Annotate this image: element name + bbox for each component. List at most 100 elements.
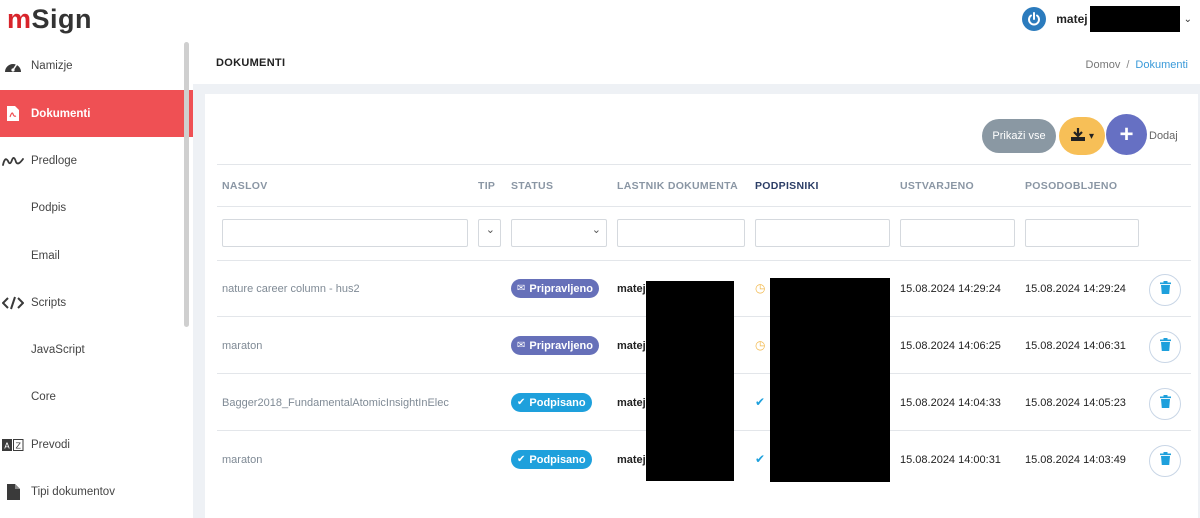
filter-podpisniki-input[interactable] [755,219,890,247]
logo-m: m [7,4,32,34]
filter-status-select[interactable] [511,219,607,247]
sidebar-item-namizje[interactable]: Namizje [0,42,193,89]
power-icon[interactable] [1022,7,1047,31]
filter-posodobljeno-input[interactable] [1025,219,1139,247]
show-all-button[interactable]: Prikaži vse [982,119,1056,153]
col-header-ustvarjeno[interactable]: USTVARJENO [900,180,974,192]
sidebar-item-tipi-dokumentov[interactable]: Tipi dokumentov [0,468,193,515]
sidebar-item-label: Predloge [31,154,78,167]
trash-icon [1159,281,1171,299]
file-icon [1,482,25,502]
created-date: 15.08.2024 14:00:31 [900,454,1001,466]
sidebar-scrollbar[interactable] [184,42,189,327]
sidebar-item-label: Prevodi [31,438,70,451]
created-date: 15.08.2024 14:04:33 [900,397,1001,409]
app-logo[interactable]: mSign [7,4,92,35]
updated-date: 15.08.2024 14:06:31 [1025,340,1126,352]
redacted-block [646,281,734,481]
status-badge: ✉ Pripravljeno [511,279,599,298]
check-icon: ✔ [517,454,526,465]
caret-down-icon: ▾ [1088,130,1095,142]
redacted-block [1089,6,1180,32]
document-title[interactable]: maraton [222,340,262,352]
check-icon: ✔ [517,397,526,408]
sidebar-item-prevodi[interactable]: AZ Prevodi [0,421,193,468]
breadcrumb-current[interactable]: Dokumenti [1135,59,1188,71]
user-name: matej [1056,12,1088,26]
sidebar-item-label: JavaScript [31,343,85,356]
sidebar-item-label: Core [31,390,56,403]
col-header-naslov[interactable]: NASLOV [222,180,268,192]
divider [217,260,1191,261]
sidebar-item-label: Email [31,249,60,262]
filter-naslov-input[interactable] [222,219,468,247]
sidebar-item-javascript[interactable]: JavaScript [0,326,193,373]
document-title[interactable]: Bagger2018_FundamentalAtomicInsightInEle… [222,397,449,409]
pdf-file-icon [1,104,25,124]
sidebar-item-core[interactable]: Core [0,373,193,420]
dashboard-icon [1,56,25,76]
translate-icon: AZ [1,435,25,455]
filter-ustvarjeno-input[interactable] [900,219,1015,247]
delete-button[interactable] [1149,331,1181,363]
top-bar: mSign matej ⌄ [0,0,1200,42]
sidebar-item-dokumenti[interactable]: Dokumenti [0,90,193,137]
divider [217,164,1191,165]
envelope-icon: ✉ [517,283,526,294]
created-date: 15.08.2024 14:06:25 [900,340,1001,352]
document-title[interactable]: maraton [222,454,262,466]
filter-tip-select[interactable] [478,219,501,247]
trash-icon [1159,452,1171,470]
status-label: Pripravljeno [529,282,593,295]
sidebar-item-label: Podpis [31,201,67,214]
delete-button[interactable] [1149,445,1181,477]
logo-rest: Sign [31,4,93,34]
updated-date: 15.08.2024 14:29:24 [1025,283,1126,295]
col-header-status[interactable]: STATUS [511,180,553,192]
document-title[interactable]: nature career column - hus2 [222,283,360,295]
updated-date: 15.08.2024 14:05:23 [1025,397,1126,409]
filter-lastnik-input[interactable] [617,219,745,247]
add-label[interactable]: Dodaj [1149,130,1178,142]
sidebar-item-scripts[interactable]: Scripts [0,279,193,326]
sidebar-item-predloge[interactable]: Predloge [0,137,193,184]
status-label: Podpisano [529,453,586,466]
page-title: DOKUMENTI [216,57,286,69]
delete-button[interactable] [1149,274,1181,306]
owner-name: matej [617,454,646,466]
breadcrumb-home[interactable]: Domov [1086,59,1121,71]
status-badge: ✔ Podpisano [511,450,592,469]
col-header-tip[interactable]: TIP [478,180,495,192]
svg-text:Z: Z [16,441,22,450]
check-icon: ✔ [755,452,766,466]
updated-date: 15.08.2024 14:03:49 [1025,454,1126,466]
sidebar-item-email[interactable]: Email [0,232,193,279]
delete-button[interactable] [1149,388,1181,420]
status-badge: ✉ Pripravljeno [511,336,599,355]
owner-name: matej [617,397,646,409]
trash-icon [1159,395,1171,413]
sidebar: Namizje Dokumenti Predloge Podpis Email … [0,42,193,518]
col-header-lastnik[interactable]: LASTNIK DOKUMENTA [617,180,738,192]
sidebar-item-podpis[interactable]: Podpis [0,184,193,231]
owner-name: matej [617,340,646,352]
sidebar-item-label: Scripts [31,296,67,309]
check-icon: ✔ [755,395,766,409]
clock-icon: ◷ [755,338,766,352]
redacted-block [770,278,890,482]
breadcrumb: Domov / Dokumenti [1086,59,1188,71]
download-button[interactable]: ▾ [1059,117,1105,155]
user-menu[interactable]: matej ⌄ [1022,5,1192,33]
documents-card: Prikaži vse ▾ + Dodaj NASLOV TIP STATUS … [205,94,1198,518]
created-date: 15.08.2024 14:29:24 [900,283,1001,295]
trash-icon [1159,338,1171,356]
col-header-podpisniki[interactable]: PODPISNIKI [755,180,819,192]
download-icon [1070,127,1086,145]
sidebar-item-label: Dokumenti [31,107,91,120]
signature-icon [1,151,25,171]
col-header-posodobljeno[interactable]: POSODOBLJENO [1025,180,1117,192]
add-document-button[interactable]: + [1106,114,1147,155]
svg-text:A: A [4,441,10,450]
chevron-down-icon[interactable]: ⌄ [1184,14,1192,25]
status-badge: ✔ Podpisano [511,393,592,412]
